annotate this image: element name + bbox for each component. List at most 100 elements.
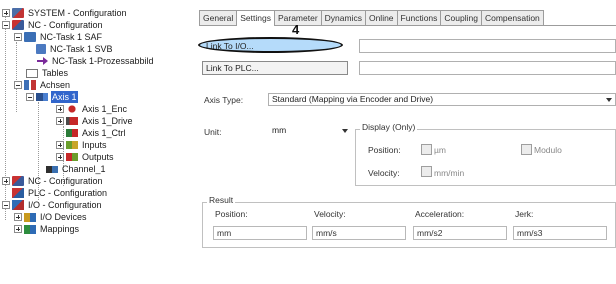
tree-item-label: Axis 1 [51,91,78,103]
axis-type-dropdown[interactable]: Standard (Mapping via Encoder and Drive) [268,93,616,106]
io-config-icon [12,200,24,210]
expand-icon[interactable] [2,177,10,185]
tree-item-label: SYSTEM - Configuration [28,8,127,18]
axis-type-label: Axis Type: [204,95,244,105]
tree-item-axis-drive[interactable]: Axis 1_Drive [56,115,134,127]
result-position-unit: mm [213,226,307,240]
tree-item-label: Outputs [82,152,114,162]
tree-item-label: NC - Configuration [28,176,103,186]
tree-item-axis-enc[interactable]: Axis 1_Enc [56,103,128,115]
result-group [202,202,616,248]
io-devices-icon [24,212,36,222]
mm-min-checkbox[interactable] [421,166,432,177]
expand-icon[interactable] [56,105,64,113]
tree-item-plc-config[interactable]: PLC - Configuration [12,187,108,199]
tree-item-achsen[interactable]: Achsen [14,79,71,91]
tree-item-nc-task-svb[interactable]: NC-Task 1 SVB [36,43,114,55]
tree-item-channel[interactable]: Channel_1 [46,163,107,175]
collapse-icon[interactable] [2,21,10,29]
tree-item-label: Axis 1_Drive [82,116,133,126]
result-title: Result [207,195,236,205]
tree-item-tables[interactable]: Tables [26,67,69,79]
tree-item-inputs[interactable]: Inputs [56,139,108,151]
tab-bar: General Settings Parameter Dynamics Onli… [199,10,544,26]
mappings-icon [24,224,36,234]
outputs-icon [66,153,78,161]
tree-item-nc-config[interactable]: NC - Configuration [2,19,104,31]
controller-icon [66,129,78,137]
step-number: 4 [292,22,300,37]
tree-connector [16,42,17,112]
tree-item-nc-config-2[interactable]: NC - Configuration [2,175,104,187]
encoder-icon [66,104,78,114]
tree-item-io-devices[interactable]: I/O Devices [14,211,88,223]
tree-item-io-config[interactable]: I/O - Configuration [2,199,103,211]
tree-item-label: Mappings [40,224,80,234]
tree-item-process-image[interactable]: NC-Task 1-Prozessabbild [36,55,155,67]
tree-item-label: NC - Configuration [28,20,103,30]
result-jerk-header: Jerk: [515,209,534,219]
velocity-label: Velocity: [368,168,400,178]
expand-icon[interactable] [56,153,64,161]
tab-online[interactable]: Online [364,10,398,25]
collapse-icon[interactable] [26,93,34,101]
tree-item-label: Channel_1 [62,164,106,174]
result-velocity-unit: mm/s [312,226,406,240]
axis-type-value: Standard (Mapping via Encoder and Drive) [272,94,434,104]
tree-item-system-config[interactable]: SYSTEM - Configuration [2,7,128,19]
tab-coupling[interactable]: Coupling [440,10,482,25]
table-icon [26,68,38,78]
um-label: µm [434,145,446,155]
unit-value: mm [272,125,287,135]
modulo-checkbox[interactable] [521,144,532,155]
axis-icon [36,93,48,101]
result-velocity-header: Velocity: [314,209,346,219]
tab-dynamics[interactable]: Dynamics [320,10,366,25]
tree-item-outputs[interactable]: Outputs [56,151,115,163]
link-plc-target-field [359,61,616,75]
tree-item-label: Inputs [82,140,107,150]
nc-config-icon [12,176,24,186]
unit-label: Unit: [204,127,222,137]
tree-item-axis-1[interactable]: Axis 1 [26,91,78,103]
expand-icon[interactable] [56,141,64,149]
tab-functions[interactable]: Functions [396,10,442,25]
tree-item-label: NC-Task 1-Prozessabbild [52,56,154,66]
result-position-header: Position: [215,209,248,219]
chevron-down-icon [606,98,612,102]
tree-item-nc-task-saf[interactable]: NC-Task 1 SAF [14,31,103,43]
tree-item-label: Tables [42,68,69,78]
config-tree: SYSTEM - Configuration NC - Configuratio… [0,0,197,284]
tree-item-label: Axis 1_Enc [82,104,128,114]
tab-general[interactable]: General [199,10,238,25]
result-acceleration-unit: mm/s2 [413,226,507,240]
inputs-icon [66,141,78,149]
tab-settings[interactable]: Settings [236,10,275,26]
tree-item-axis-ctrl[interactable]: Axis 1_Ctrl [66,127,127,139]
expand-icon[interactable] [2,9,10,17]
link-to-plc-button[interactable]: Link To PLC... [202,61,348,75]
unit-dropdown[interactable]: mm [268,124,352,137]
nc-config-icon [12,20,24,30]
modulo-label: Modulo [534,145,562,155]
tab-compensation[interactable]: Compensation [480,10,544,25]
link-to-io-button[interactable]: Link To I/O... [202,39,338,53]
result-jerk-unit: mm/s3 [513,226,607,240]
tree-item-mappings[interactable]: Mappings [14,223,80,235]
tree-item-label: NC-Task 1 SAF [40,32,103,42]
tree-connector [5,12,6,220]
expand-icon[interactable] [14,225,22,233]
expand-icon[interactable] [14,213,22,221]
tree-item-label: NC-Task 1 SVB [50,44,113,54]
task-icon [36,44,46,54]
drive-icon [66,117,78,125]
channel-icon [46,165,58,173]
collapse-icon[interactable] [2,201,10,209]
tree-item-label: PLC - Configuration [28,188,108,198]
collapse-icon[interactable] [14,33,22,41]
expand-icon[interactable] [56,117,64,125]
tree-item-label: Axis 1_Ctrl [82,128,126,138]
result-acceleration-header: Acceleration: [415,209,465,219]
collapse-icon[interactable] [14,81,22,89]
um-checkbox[interactable] [421,144,432,155]
